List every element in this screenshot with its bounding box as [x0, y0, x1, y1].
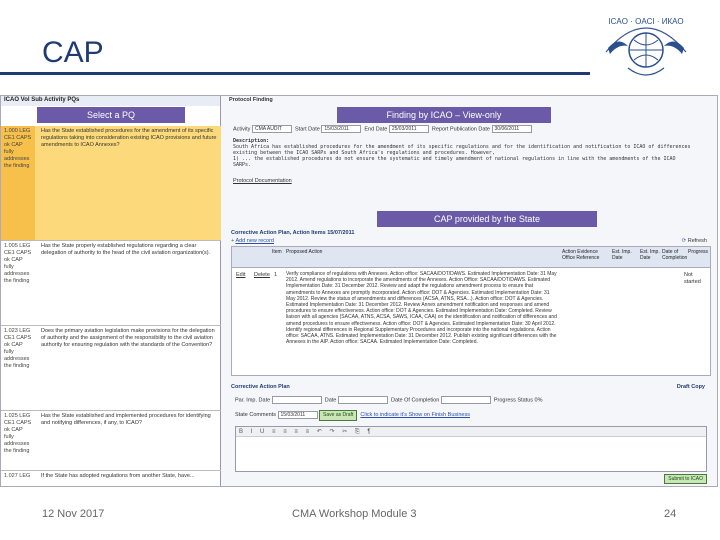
justify-icon[interactable]: ≡ — [306, 429, 310, 435]
pq-row[interactable]: 1.027 LEG If the State has adopted regul… — [1, 471, 221, 486]
add-record-label: Add new record — [235, 238, 274, 244]
pq-question: If the State has adopted regulations fro… — [41, 473, 195, 479]
pq-meta: 1.000 LEG CE1 CAPS ok CAP fully addresse… — [1, 126, 35, 240]
col-progress: Progress — [688, 249, 709, 255]
pq-list-header: ICAO Vol Sub Activity PQs — [1, 96, 220, 106]
date-label: Date — [324, 397, 337, 404]
progress-status-label: Progress Status — [493, 397, 534, 404]
pq-row[interactable]: 1.005 LEG CE1 CAPS ok CAP fully addresse… — [1, 241, 221, 326]
activity-field[interactable]: CMA AUDIT — [251, 125, 292, 133]
refresh-link[interactable]: ⟳ Refresh — [682, 238, 707, 245]
pq-meta: 1.027 LEG — [4, 473, 31, 479]
cap-dates-row: Par. Imp. Date Date Date Of Completion P… — [235, 396, 543, 404]
pq-meta: 1.023 LEG CE1 CAPS ok CAP fully addresse… — [4, 328, 32, 369]
par-date-field[interactable] — [271, 396, 322, 404]
align-center-icon[interactable]: ≡ — [283, 429, 287, 435]
state-comment-label: State Comments — [235, 412, 276, 418]
cut-icon[interactable]: ✂ — [342, 429, 347, 435]
col-proposed-action: Proposed Action — [286, 249, 323, 255]
finding-description: Description: South Africa has establishe… — [233, 138, 693, 178]
footer-date: 12 Nov 2017 — [42, 508, 105, 520]
description-text-2: 1) ... the established procedures do not… — [233, 156, 676, 168]
page-number: 24 — [664, 508, 677, 520]
align-left-icon[interactable]: ≡ — [272, 429, 276, 435]
pq-question: Does the primary aviation legislation ma… — [41, 328, 215, 348]
footer-title: CMA Workshop Module 3 — [292, 508, 417, 520]
pq-meta: 1.005 LEG CE1 CAPS ok CAP fully addresse… — [4, 243, 32, 284]
undo-icon[interactable]: ↶ — [317, 429, 322, 435]
completion-label: Date Of Completion — [390, 397, 440, 404]
refresh-label: Refresh — [687, 238, 707, 244]
finding-meta-row: Activity CMA AUDIT Start Date 15/03/2011… — [233, 125, 532, 133]
start-date-field[interactable]: 15/03/2011 — [321, 125, 362, 133]
cap-items-header: Corrective Action Plan, Action Items 15/… — [231, 230, 354, 237]
add-icon: + — [231, 238, 235, 244]
cap-items-title: Corrective Action Plan, Action Items — [231, 230, 326, 236]
delete-link[interactable]: Delete — [254, 272, 270, 279]
cap-table-header: Item Proposed Action Action Evidence Off… — [231, 246, 711, 268]
redo-icon[interactable]: ↷ — [330, 429, 335, 435]
col-evidence: Action Evidence Office Reference — [562, 249, 600, 261]
pq-meta: 1.025 LEG CE1 CAPS ok CAP fully addresse… — [4, 413, 32, 454]
report-date-label: Report Publication Date — [431, 126, 490, 133]
cap-table-row: Edit Delete 1 Verify compliance of regul… — [231, 268, 711, 376]
end-date-label: End Date — [364, 126, 388, 133]
state-comment-date[interactable]: 15/03/2011 — [277, 410, 318, 419]
col-est-date: Est. Imp. Date — [612, 249, 632, 261]
pq-question: Has the State established and implemente… — [41, 413, 211, 426]
pq-question: Has the State properly established regul… — [41, 243, 211, 256]
proposed-action-text: Verify compliance of regulations with An… — [286, 271, 557, 346]
select-pq-banner: Select a PQ — [37, 107, 185, 123]
save-draft-button[interactable]: Save as Draft — [319, 410, 358, 421]
finish-business-link[interactable]: Click to indicate it's Show on Finish Bu… — [360, 412, 470, 418]
draft-copy-label: Draft Copy — [676, 384, 705, 390]
finding-banner: Finding by ICAO – View-only — [337, 107, 551, 123]
col-item: Item — [272, 249, 282, 255]
cap-items-date: 15/07/2011 — [327, 230, 355, 236]
logo-text: ICAO · OACI · ИКАО — [608, 17, 683, 26]
col-completion: Date of Completion — [662, 249, 688, 261]
oli-screenshot: ICAO Vol Sub Activity PQs 1.000 LEG CE1 … — [0, 95, 718, 487]
submit-to-icao-button[interactable]: Submit to ICAO — [664, 474, 707, 484]
paragraph-icon[interactable]: ¶ — [367, 429, 370, 435]
report-date-field[interactable]: 30/06/2011 — [491, 125, 532, 133]
col-est-date-2: Est. Imp. Date — [640, 249, 660, 261]
title-underline — [0, 72, 590, 75]
editor-toolbar: B I U ≡ ≡ ≡ ≡ ↶ ↷ ✂ ⎘ ¶ — [236, 427, 706, 437]
refresh-icon: ⟳ — [681, 238, 687, 244]
finding-header: Protocol Finding — [229, 97, 273, 103]
date-field[interactable] — [337, 396, 388, 404]
slide-title: CAP — [42, 36, 104, 69]
add-record-link[interactable]: + Add new record — [231, 238, 274, 245]
par-date-label: Par. Imp. Date — [235, 397, 271, 404]
pq-row[interactable]: 1.023 LEG CE1 CAPS ok CAP fully addresse… — [1, 326, 221, 411]
activity-label: Activity — [233, 126, 251, 133]
italic-icon[interactable]: I — [251, 429, 253, 435]
completion-field[interactable] — [440, 396, 491, 404]
detail-pane: Protocol Finding Finding by ICAO – View-… — [223, 96, 717, 486]
copy-icon[interactable]: ⎘ — [355, 429, 360, 435]
progress-status-value: 0% — [534, 397, 543, 404]
pq-row[interactable]: 1.025 LEG CE1 CAPS ok CAP fully addresse… — [1, 411, 221, 471]
end-date-field[interactable]: 25/03/2011 — [388, 125, 429, 133]
icao-logo: ICAO · OACI · ИКАО — [605, 17, 687, 76]
cap-banner: CAP provided by the State — [377, 211, 597, 227]
progress-status: Not started — [684, 272, 701, 285]
bold-icon[interactable]: B — [239, 429, 243, 435]
pq-question: Has the State established procedures for… — [41, 128, 217, 148]
start-date-label: Start Date — [295, 126, 320, 133]
comment-editor[interactable]: B I U ≡ ≡ ≡ ≡ ↶ ↷ ✂ ⎘ ¶ — [235, 426, 707, 472]
align-right-icon[interactable]: ≡ — [294, 429, 298, 435]
protocol-documentation[interactable]: Protocol Documentation — [233, 178, 292, 185]
item-number: 1 — [274, 272, 278, 278]
edit-link[interactable]: Edit — [236, 272, 245, 279]
pq-list-pane: ICAO Vol Sub Activity PQs 1.000 LEG CE1 … — [1, 96, 221, 486]
pq-row-selected[interactable]: 1.000 LEG CE1 CAPS ok CAP fully addresse… — [1, 126, 221, 241]
state-comment-row: State Comments 15/03/2011 Save as Draft … — [235, 410, 470, 421]
underline-icon[interactable]: U — [260, 429, 264, 435]
cap-plan-header: Corrective Action Plan — [231, 384, 290, 390]
description-text: South Africa has established procedures … — [233, 144, 691, 156]
